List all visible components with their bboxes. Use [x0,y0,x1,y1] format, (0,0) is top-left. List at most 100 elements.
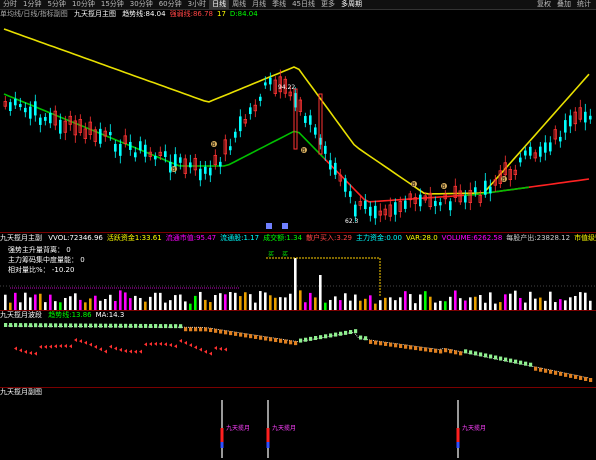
candle-body [34,101,37,116]
volume-bar [244,292,247,310]
wave-block [194,327,198,332]
period-tab[interactable]: 月线 [249,0,269,9]
volume-bar [124,292,127,310]
wave-block [559,371,563,376]
toolbar-button[interactable]: 叠加 [554,0,574,9]
volume-bar [549,291,552,310]
main-legend-sub[interactable]: 九天揽月主图 [74,10,116,18]
wave-block [274,338,278,343]
candle-body [14,98,17,106]
candle-body [109,131,112,136]
candle-body [349,191,352,197]
candlestick-chart[interactable]: B B B B B B [0,19,596,231]
candle-body [489,186,492,194]
wave-arrow-icon [144,342,147,347]
period-tab[interactable]: 周线 [229,0,249,9]
wave-block [499,356,503,361]
volume-bar [44,302,47,310]
volume-bar [139,297,142,310]
period-tab[interactable]: 季线 [269,0,289,9]
wave-block [9,323,13,328]
wave-block [234,331,238,336]
wave-block [534,366,538,371]
multi-period-button[interactable]: 多周期 [338,0,365,9]
volume-bar [224,294,227,310]
volume-bar [579,292,582,310]
candle-body [119,143,122,156]
wave-block [359,335,363,340]
volume-bar [364,298,367,310]
candle-body [144,144,147,157]
main-chart-legend: 单均线/日线/指标副图 九天揽月主图 趋势线:84.04 强弱线:86.78 17 D… [0,10,596,19]
period-tab[interactable]: 1分钟 [20,0,44,9]
candle-body [139,141,142,151]
buy-marker-text: B [502,177,506,183]
volume-bar [74,293,77,310]
signal-panel-title[interactable]: 九天揽月副图 [0,388,42,396]
toolbar-button[interactable]: 统计 [574,0,594,9]
signal-chart[interactable]: 九天揽月 九天揽月 九天揽月 [0,398,596,460]
volume-panel-title[interactable]: 九天揽月主副 [0,234,42,242]
volume-bar [469,297,472,310]
volume-bar [89,298,92,310]
period-tab[interactable]: 30分钟 [127,0,156,9]
volume-bar [339,300,342,310]
candle-body [334,162,337,175]
volume-chart[interactable]: 买买 [0,246,596,310]
wave-arrow-icon [39,344,42,349]
wave-block [354,329,358,334]
candle-body [239,116,242,132]
toolbar-button[interactable]: 复权 [534,0,554,9]
volume-bar [344,293,347,310]
wave-arrow-icon [44,344,47,349]
wave-block [369,339,373,344]
volume-bar [49,294,52,310]
legend-item: VOLUME:6262.58 [441,234,503,242]
wave-arrow-icon [19,348,22,353]
volume-bar [264,292,267,310]
volume-bar [309,292,312,310]
wave-block [249,334,253,339]
period-tab[interactable]: 更多 [318,0,338,9]
period-tab[interactable]: 15分钟 [98,0,127,9]
wave-block [14,323,18,328]
candle-body [19,104,22,108]
volume-bar [219,293,222,310]
wave-block [24,323,28,328]
wave-block [174,324,178,329]
wave-arrow-icon [164,342,167,347]
wave-chart[interactable] [0,320,596,386]
candle-body [484,180,487,195]
wave-arrow-icon [124,348,127,353]
period-tab[interactable]: 5分钟 [44,0,68,9]
wave-block [459,351,463,356]
candle-body [179,157,182,163]
period-tab[interactable]: 日线 [209,0,230,9]
bottom-flag-icon [282,223,288,229]
wave-panel-title[interactable]: 九天揽月波段 [0,311,42,319]
wave-block [319,335,323,340]
period-tab[interactable]: 60分钟 [156,0,185,9]
wave-arrow-icon [94,344,97,349]
wave-block [119,323,123,328]
wave-panel-legend: 九天揽月波段 趋势线:13.86 MA:14.3 [0,311,596,320]
wave-block [549,369,553,374]
wave-block [424,347,428,352]
volume-bar [369,295,372,310]
period-tab[interactable]: 45日线 [289,0,318,9]
wave-block [79,323,83,328]
wave-block [554,370,558,375]
wave-arrow-icon [199,347,202,352]
wave-block [44,323,48,328]
volume-bar [334,296,337,310]
period-tab[interactable]: 3小时 [185,0,209,9]
period-tab[interactable]: 10分钟 [69,0,98,9]
wave-block [539,367,543,372]
wave-block [569,373,573,378]
volume-bar [314,297,317,310]
period-tab[interactable]: 分时 [0,0,20,9]
volume-bar [389,297,392,310]
wave-block [524,361,528,366]
bottom-flag-icon [266,223,272,229]
wave-block [404,344,408,349]
